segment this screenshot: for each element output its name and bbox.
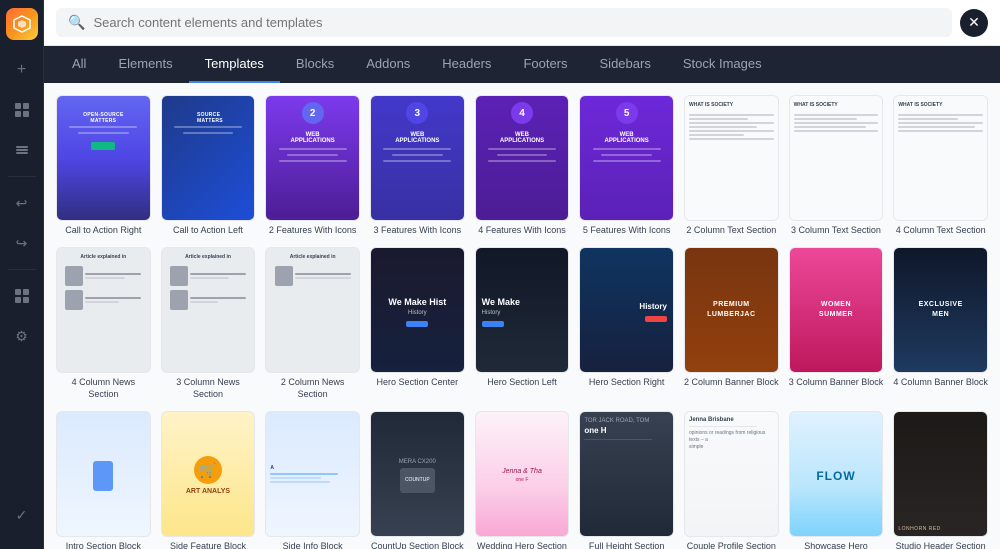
template-3-column-text[interactable]: WHAT IS SOCIETY 3 Column Text Section [789, 95, 884, 237]
redo-icon[interactable]: ↪ [4, 225, 40, 261]
template-side-feature[interactable]: 🛒 ART ANALYS Side Feature Block [161, 411, 256, 549]
search-wrapper: 🔍 [56, 8, 952, 37]
template-4-column-news[interactable]: Article explained in [56, 247, 151, 401]
template-call-to-action-right[interactable]: OPEN-SOURCEMATTERS Call to Action Right [56, 95, 151, 237]
search-bar: 🔍 ✕ [44, 0, 1000, 46]
template-showcase-hero[interactable]: FLOW Showcase Hero Section [789, 411, 884, 549]
template-5-features[interactable]: 5 WEBAPPLICATIONS 5 Features With Icons [579, 95, 674, 237]
template-4-column-banner[interactable]: EXCLUSIVEMEN 4 Column Banner Block [893, 247, 988, 401]
template-3-column-banner[interactable]: WOMENSUMMER 3 Column Banner Block [789, 247, 884, 401]
tab-all[interactable]: All [56, 46, 102, 83]
layers-icon[interactable] [4, 132, 40, 168]
template-hero-right[interactable]: History Hero Section Right [579, 247, 674, 401]
template-4-features[interactable]: 4 WEBAPPLICATIONS 4 Features With Icons [475, 95, 570, 237]
template-intro-section[interactable]: Intro Section Block [56, 411, 151, 549]
template-side-info[interactable]: A Side Info Block [265, 411, 360, 549]
sidebar-divider [8, 176, 36, 177]
template-2-features[interactable]: 2 WEBAPPLICATIONS 2 Features With Icons [265, 95, 360, 237]
tab-sidebars[interactable]: Sidebars [584, 46, 667, 83]
template-full-height[interactable]: TOR JACK ROAD, TOM one H Full Height Sec… [579, 411, 674, 549]
template-wedding-hero[interactable]: Jenna & Tha one F Wedding Hero Section [475, 411, 570, 549]
add-icon[interactable]: + [4, 52, 40, 88]
template-grid-area: OPEN-SOURCEMATTERS Call to Action Right … [44, 83, 1000, 549]
search-input[interactable] [93, 15, 940, 30]
template-couple-profile[interactable]: Jenna Brisbane opinions or readings from… [684, 411, 779, 549]
template-hero-center[interactable]: We Make Hist History Hero Section Center [370, 247, 465, 401]
template-2-column-text[interactable]: WHAT IS SOCIETY 2 Column Text Section [684, 95, 779, 237]
template-hero-left[interactable]: We Make History Hero Section Left [475, 247, 570, 401]
component-icon[interactable] [4, 278, 40, 314]
tab-templates[interactable]: Templates [189, 46, 280, 83]
nav-tabs: All Elements Templates Blocks Addons Hea… [44, 46, 1000, 83]
tab-blocks[interactable]: Blocks [280, 46, 350, 83]
tab-addons[interactable]: Addons [350, 46, 426, 83]
template-studio-header[interactable]: LONHORN RED Studio Header Section [893, 411, 988, 549]
main-panel: 🔍 ✕ All Elements Templates Blocks Addons… [44, 0, 1000, 549]
tab-elements[interactable]: Elements [102, 46, 188, 83]
close-button[interactable]: ✕ [960, 9, 988, 37]
template-grid: OPEN-SOURCEMATTERS Call to Action Right … [56, 95, 988, 549]
logo [6, 8, 38, 40]
sidebar-divider-2 [8, 269, 36, 270]
tab-headers[interactable]: Headers [426, 46, 507, 83]
tab-footers[interactable]: Footers [507, 46, 583, 83]
check-icon[interactable]: ✓ [4, 497, 40, 533]
search-icon: 🔍 [68, 14, 85, 31]
template-countup[interactable]: MERA CX200 COUNTUP CountUp Section Block [370, 411, 465, 549]
template-2-column-banner[interactable]: PREMIUMLUMBERJAC 2 Column Banner Block [684, 247, 779, 401]
template-3-column-news[interactable]: Article explained in [161, 247, 256, 401]
undo-icon[interactable]: ↩ [4, 185, 40, 221]
grid-icon[interactable] [4, 92, 40, 128]
template-2-column-news[interactable]: Article explained in 2 Column News Secti… [265, 247, 360, 401]
settings-icon[interactable]: ⚙ [4, 318, 40, 354]
template-4-column-text[interactable]: WHAT IS SOCIETY 4 Column Text Section [893, 95, 988, 237]
template-call-to-action-left[interactable]: SOURCEMATTERS Call to Action Left [161, 95, 256, 237]
template-3-features[interactable]: 3 WEBAPPLICATIONS 3 Features With Icons [370, 95, 465, 237]
sidebar: + ↩ ↪ ⚙ ✓ [0, 0, 44, 549]
tab-stock-images[interactable]: Stock Images [667, 46, 778, 83]
